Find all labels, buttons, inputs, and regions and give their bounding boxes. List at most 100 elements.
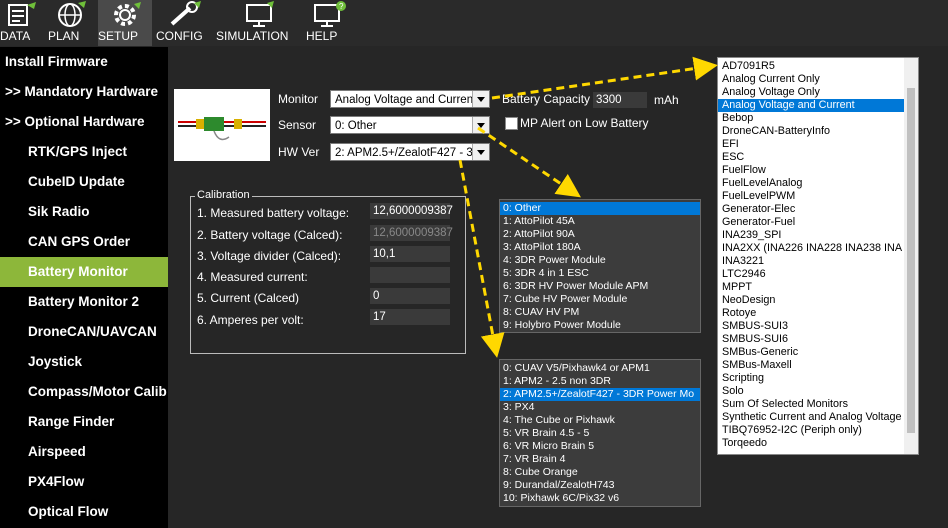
battery-capacity-input[interactable]: 3300: [593, 92, 647, 108]
list-item[interactable]: MPPT: [718, 281, 918, 294]
list-item[interactable]: Solo: [718, 385, 918, 398]
setup-tab-button[interactable]: SETUP: [98, 0, 152, 46]
list-item[interactable]: NeoDesign: [718, 294, 918, 307]
list-item[interactable]: ESC: [718, 151, 918, 164]
sidebar-item-px4flow[interactable]: PX4Flow: [0, 467, 196, 497]
power-module-image: [174, 89, 270, 161]
list-item[interactable]: 5: VR Brain 4.5 - 5: [500, 427, 700, 440]
list-item[interactable]: INA239_SPI: [718, 229, 918, 242]
chevron-down-icon: [472, 144, 489, 160]
list-item[interactable]: 7: Cube HV Power Module: [500, 293, 700, 306]
list-item[interactable]: TIBQ76952-I2C (Periph only): [718, 424, 918, 437]
sidebar-item-can-gps-order[interactable]: CAN GPS Order: [0, 227, 196, 257]
sidebar-item-sik-radio[interactable]: Sik Radio: [0, 197, 196, 227]
sidebar-item-label: >> Mandatory Hardware: [5, 84, 159, 99]
voltage-divider-input[interactable]: 10,1: [370, 246, 450, 262]
list-item[interactable]: Analog Current Only: [718, 73, 918, 86]
list-item[interactable]: SMBus-Generic: [718, 346, 918, 359]
sidebar-item-label: Joystick: [28, 354, 83, 369]
list-item[interactable]: DroneCAN-BatteryInfo: [718, 125, 918, 138]
sensor-select-value: 0: Other: [335, 120, 377, 132]
simulation-tab-button[interactable]: SIMULATION: [216, 0, 302, 46]
list-item[interactable]: 10: Pixhawk 6C/Pix32 v6: [500, 492, 700, 505]
list-item[interactable]: FuelLevelPWM: [718, 190, 918, 203]
sidebar-item-airspeed[interactable]: Airspeed: [0, 437, 196, 467]
list-item[interactable]: SMBus-Maxell: [718, 359, 918, 372]
help-tab-button[interactable]: ? HELP: [306, 0, 352, 46]
plan-tab-button[interactable]: PLAN: [48, 0, 94, 46]
hwver-select[interactable]: 2: APM2.5+/ZealotF427 - 3D: [330, 143, 490, 161]
sidebar-item-label: Compass/Motor Calib: [28, 384, 167, 399]
sidebar-item-dronecan-uavcan[interactable]: DroneCAN/UAVCAN: [0, 317, 196, 347]
list-item[interactable]: INA2XX (INA226 INA228 INA238 INA: [718, 242, 918, 255]
list-item[interactable]: Analog Voltage Only: [718, 86, 918, 99]
list-item[interactable]: EFI: [718, 138, 918, 151]
list-item[interactable]: 9: Holybro Power Module: [500, 319, 700, 332]
list-item[interactable]: Scripting: [718, 372, 918, 385]
sidebar-item-label: Airspeed: [28, 444, 86, 459]
data-tab-button[interactable]: DATA: [0, 0, 44, 46]
list-item[interactable]: 6: 3DR HV Power Module APM: [500, 280, 700, 293]
list-item[interactable]: 0: CUAV V5/Pixhawk4 or APM1: [500, 362, 700, 375]
battery-voltage-calced-field: 12,6000009387: [370, 225, 453, 241]
list-item[interactable]: 4: 3DR Power Module: [500, 254, 700, 267]
list-item[interactable]: 3: AttoPilot 180A: [500, 241, 700, 254]
list-item[interactable]: 0: Other: [500, 202, 700, 215]
list-item[interactable]: Torqeedo: [718, 437, 918, 450]
config-tab-button[interactable]: CONFIG: [156, 0, 212, 46]
sidebar-item-optical-flow[interactable]: Optical Flow: [0, 497, 196, 527]
list-item[interactable]: FuelLevelAnalog: [718, 177, 918, 190]
list-item[interactable]: 8: Cube Orange: [500, 466, 700, 479]
list-item[interactable]: 2: APM2.5+/ZealotF427 - 3DR Power Mo: [500, 388, 700, 401]
sidebar-item-optional-hardware[interactable]: >> Optional Hardware: [0, 107, 173, 137]
low-battery-alert-checkbox[interactable]: [505, 117, 518, 130]
data-label: DATA: [0, 29, 31, 43]
sidebar-item-compass-motor-calib[interactable]: Compass/Motor Calib: [0, 377, 196, 407]
monitor-select[interactable]: Analog Voltage and Current: [330, 90, 490, 108]
setup-label: SETUP: [98, 29, 139, 43]
list-item[interactable]: 5: 3DR 4 in 1 ESC: [500, 267, 700, 280]
list-item[interactable]: LTC2946: [718, 268, 918, 281]
measured-current-input[interactable]: [370, 267, 450, 283]
list-item[interactable]: Generator-Elec: [718, 203, 918, 216]
calibration-row-label: 3. Voltage divider (Calced):: [197, 249, 342, 263]
amperes-per-volt-input[interactable]: 17: [370, 309, 450, 325]
list-item[interactable]: 8: CUAV HV PM: [500, 306, 700, 319]
sidebar-item-install-firmware[interactable]: Install Firmware: [0, 47, 173, 77]
list-item[interactable]: 2: AttoPilot 90A: [500, 228, 700, 241]
list-item[interactable]: 6: VR Micro Brain 5: [500, 440, 700, 453]
list-item[interactable]: SMBUS-SUI3: [718, 320, 918, 333]
wrench-icon: [170, 1, 201, 26]
sidebar-item-mandatory-hardware[interactable]: >> Mandatory Hardware: [0, 77, 173, 107]
scrollbar-thumb[interactable]: [907, 88, 915, 433]
sensor-select[interactable]: 0: Other: [330, 116, 490, 134]
list-item[interactable]: Generator-Fuel: [718, 216, 918, 229]
sidebar-item-cubeid-update[interactable]: CubeID Update: [0, 167, 196, 197]
list-item[interactable]: 4: The Cube or Pixhawk: [500, 414, 700, 427]
list-item[interactable]: FuelFlow: [718, 164, 918, 177]
hwver-dropdown-list: 0: CUAV V5/Pixhawk4 or APM1 1: APM2 - 2.…: [499, 359, 701, 507]
list-item[interactable]: AD7091R5: [718, 60, 918, 73]
config-label: CONFIG: [156, 29, 203, 43]
list-item[interactable]: SMBUS-SUI6: [718, 333, 918, 346]
list-item[interactable]: 1: AttoPilot 45A: [500, 215, 700, 228]
calibration-title: Calibration: [195, 189, 252, 201]
sidebar-item-joystick[interactable]: Joystick: [0, 347, 196, 377]
calibration-row-label: 5. Current (Calced): [197, 291, 300, 305]
measured-battery-voltage-input[interactable]: 12,6000009387: [370, 203, 453, 219]
sidebar-item-battery-monitor-2[interactable]: Battery Monitor 2: [0, 287, 196, 317]
sidebar-item-battery-monitor[interactable]: Battery Monitor: [0, 257, 196, 287]
list-item[interactable]: Sum Of Selected Monitors: [718, 398, 918, 411]
list-item[interactable]: Analog Voltage and Current: [718, 99, 918, 112]
dropdown-scrollbar[interactable]: [904, 58, 918, 454]
list-item[interactable]: 1: APM2 - 2.5 non 3DR: [500, 375, 700, 388]
sidebar-item-range-finder[interactable]: Range Finder: [0, 407, 196, 437]
sidebar-item-rtk-gps-inject[interactable]: RTK/GPS Inject: [0, 137, 196, 167]
list-item[interactable]: Synthetic Current and Analog Voltage: [718, 411, 918, 424]
list-item[interactable]: INA3221: [718, 255, 918, 268]
list-item[interactable]: 9: Durandal/ZealotH743: [500, 479, 700, 492]
list-item[interactable]: 7: VR Brain 4: [500, 453, 700, 466]
list-item[interactable]: Rotoye: [718, 307, 918, 320]
list-item[interactable]: Bebop: [718, 112, 918, 125]
list-item[interactable]: 3: PX4: [500, 401, 700, 414]
